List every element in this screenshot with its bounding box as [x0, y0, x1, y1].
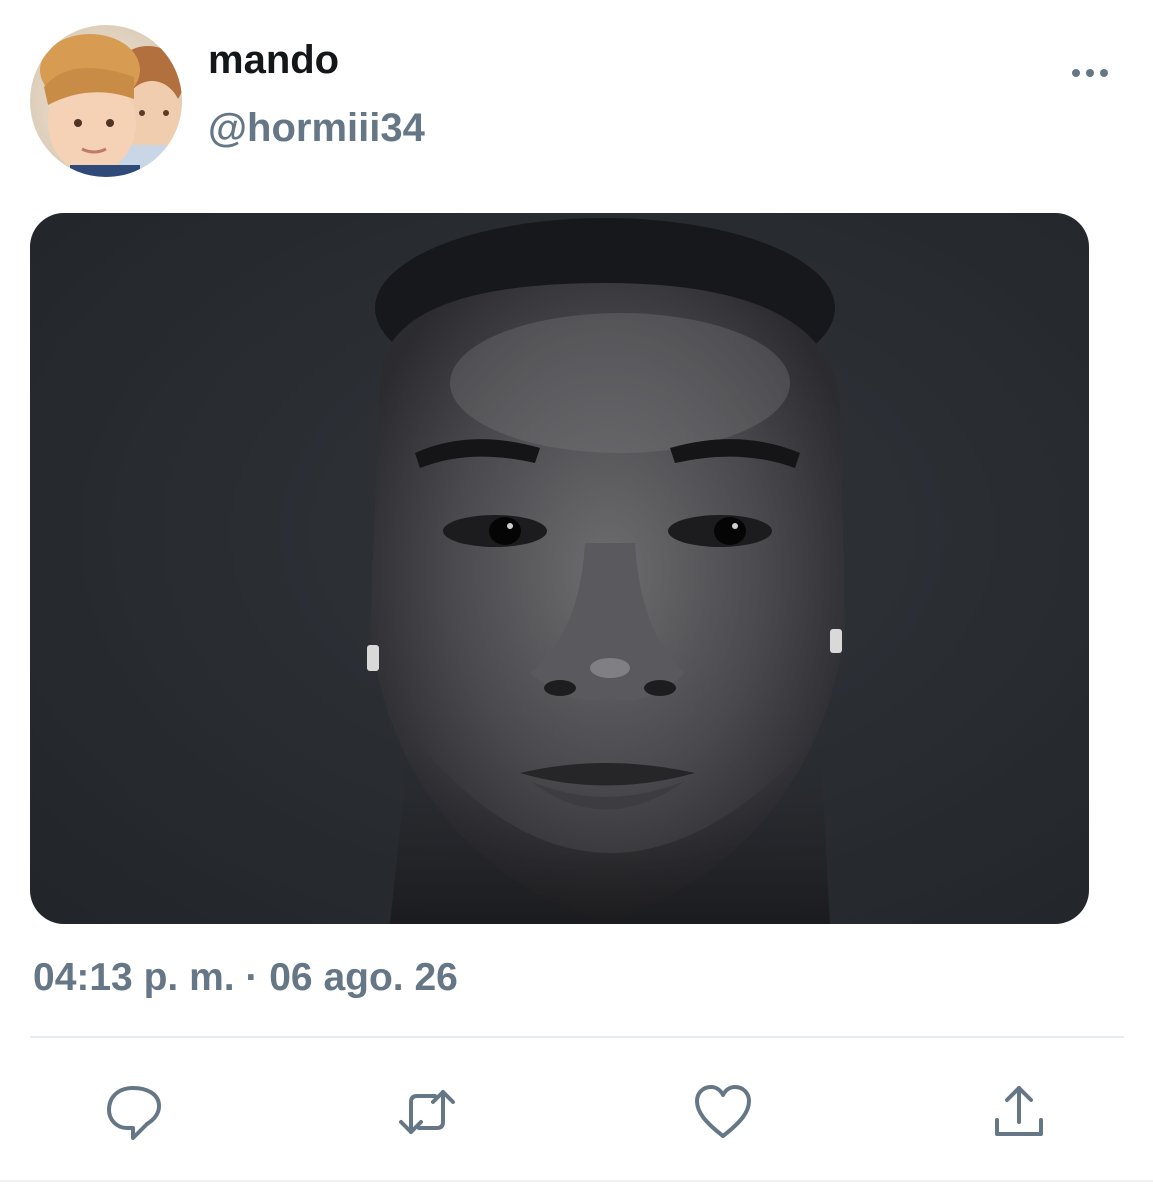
user-handle[interactable]: @hormiii34 — [208, 106, 425, 150]
bottom-border — [0, 1180, 1153, 1182]
retweet-button[interactable] — [395, 1080, 459, 1144]
more-horizontal-icon — [1072, 69, 1108, 77]
reply-button[interactable] — [101, 1080, 165, 1144]
reply-icon — [107, 1086, 161, 1140]
tweet-card: mando @hormiii34 04:13 p. m. · 06 ago. 2… — [0, 0, 1153, 1200]
like-button[interactable] — [691, 1080, 755, 1144]
display-name[interactable]: mando — [208, 38, 339, 82]
more-options-button[interactable] — [1062, 55, 1122, 95]
share-button[interactable] — [987, 1080, 1051, 1144]
retweet-icon — [399, 1090, 455, 1134]
heart-icon — [695, 1085, 751, 1138]
portrait-photo — [30, 213, 1089, 924]
avatar[interactable] — [30, 25, 182, 177]
avatar-image — [30, 25, 182, 177]
tweet-timestamp: 04:13 p. m. · 06 ago. 26 — [33, 956, 458, 999]
share-icon — [995, 1086, 1043, 1136]
divider — [30, 1036, 1124, 1038]
tweet-media-image[interactable] — [30, 213, 1089, 924]
